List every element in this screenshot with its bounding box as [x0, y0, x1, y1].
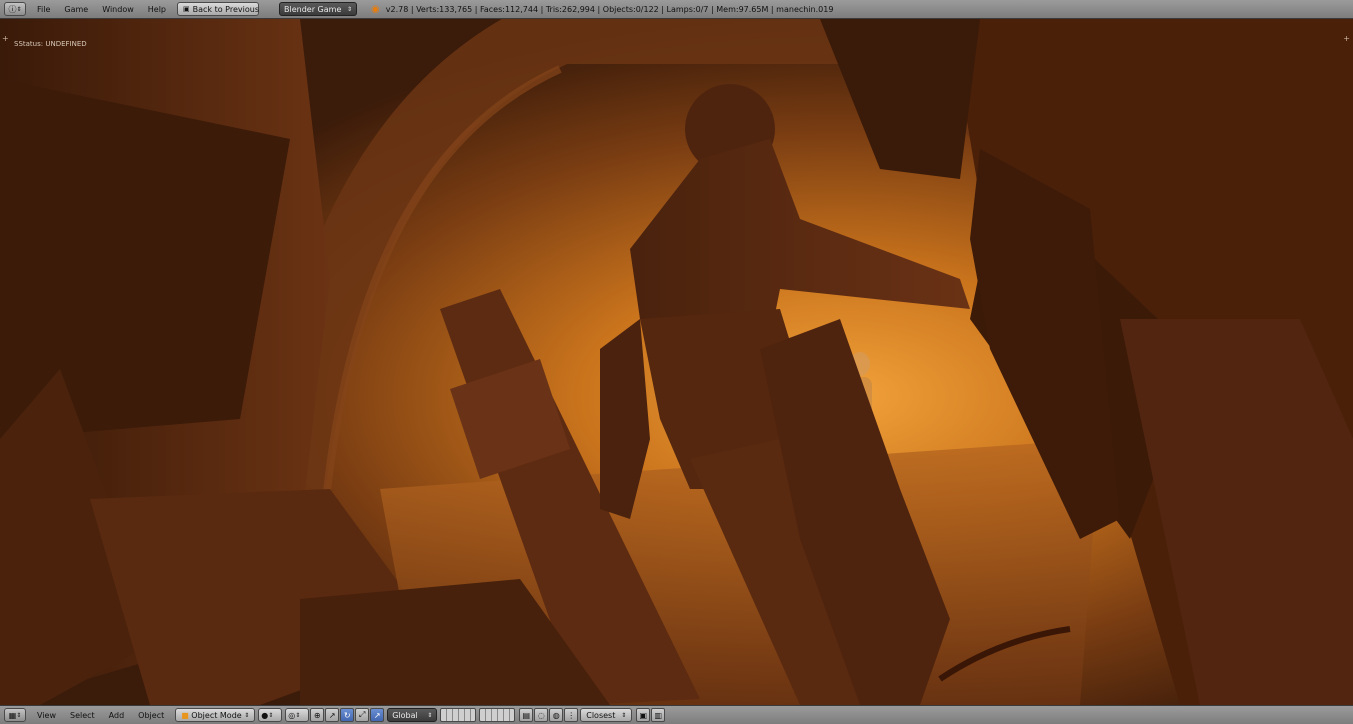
layers-grid-1[interactable]	[440, 708, 477, 722]
sphere-icon: ●	[261, 710, 269, 720]
view3d-icon: ▦	[8, 710, 17, 720]
snap-target-select[interactable]: Closest ⇕	[580, 708, 633, 722]
layers-grid-2[interactable]	[479, 708, 516, 722]
scale-icon[interactable]: ⤢	[355, 708, 370, 722]
info-icon: ⓘ	[8, 4, 17, 14]
menu-window[interactable]: Window	[95, 5, 141, 14]
orientation-select[interactable]: Global ⇕	[387, 708, 438, 722]
manipulator-toggle-icon[interactable]: ⊕	[310, 708, 325, 722]
menu-add[interactable]: Add	[102, 711, 132, 720]
editor-type-button[interactable]: ⓘ ⇕	[4, 2, 26, 16]
back-icon: ▣	[183, 5, 190, 13]
snap-toggle-icon[interactable]: ⋮	[564, 708, 579, 722]
updown-arrows-icon: ⇕	[268, 711, 274, 719]
scene-stats: v2.78 | Verts:133,765 | Faces:112,744 | …	[385, 4, 834, 14]
updown-arrows-icon: ⇕	[621, 711, 627, 719]
transform-icon[interactable]: ↗	[370, 708, 385, 722]
opengl-render-icon[interactable]: ▣	[636, 708, 651, 722]
status-text: SStatus: UNDEFINED	[14, 40, 87, 48]
object-mode-label: Object Mode	[191, 710, 242, 720]
region-expand-right-icon[interactable]: +	[1343, 34, 1350, 43]
game-scene-render	[0, 19, 1353, 705]
updown-arrows-icon: ⇕	[427, 711, 433, 719]
shading-select[interactable]: ● ⇕	[258, 708, 283, 722]
layer-lock-icon[interactable]: ▤	[519, 708, 534, 722]
updown-arrows-icon: ⇕	[295, 711, 301, 719]
updown-arrows-icon: ⇕	[346, 5, 353, 13]
pivot-icon: ◎	[288, 710, 296, 720]
menu-object[interactable]: Object	[131, 711, 171, 720]
pivot-select[interactable]: ◎ ⇕	[285, 708, 310, 722]
render-preview-icon[interactable]: ◌	[534, 708, 549, 722]
orientation-label: Global	[392, 710, 418, 720]
updown-arrows-icon: ⇕	[244, 711, 250, 719]
render-engine-select[interactable]: Blender Game ⇕	[279, 2, 358, 16]
blender-logo-icon: ◉	[371, 3, 380, 15]
bottom-header: ▦ ⇕ View Select Add Object ■ Object Mode …	[0, 705, 1353, 724]
object-mode-select[interactable]: ■ Object Mode ⇕	[175, 708, 256, 722]
translate-icon[interactable]: ↗	[325, 708, 340, 722]
cube-icon: ■	[181, 710, 189, 720]
updown-arrows-icon: ⇕	[16, 711, 22, 719]
top-header: ⓘ ⇕ File Game Window Help ▣ Back to Previ…	[0, 0, 1353, 19]
rotate-icon[interactable]: ↻	[340, 708, 355, 722]
menu-select[interactable]: Select	[63, 711, 102, 720]
render-engine-label: Blender Game	[284, 4, 342, 14]
proportional-edit-icon[interactable]: ◍	[549, 708, 564, 722]
back-to-previous-button[interactable]: ▣ Back to Previous	[177, 2, 260, 16]
view3d-editor-button[interactable]: ▦ ⇕	[4, 708, 26, 722]
back-to-previous-label: Back to Previous	[192, 4, 259, 14]
region-expand-left-icon[interactable]: +	[2, 34, 9, 43]
updown-arrows-icon: ⇕	[16, 5, 22, 13]
menu-view[interactable]: View	[30, 711, 63, 720]
menu-help[interactable]: Help	[141, 5, 173, 14]
menu-game[interactable]: Game	[57, 5, 95, 14]
menu-file[interactable]: File	[30, 5, 57, 14]
opengl-animation-icon[interactable]: ▥	[651, 708, 666, 722]
3d-viewport[interactable]: SStatus: UNDEFINED + +	[0, 19, 1353, 705]
snap-target-label: Closest	[586, 710, 616, 720]
